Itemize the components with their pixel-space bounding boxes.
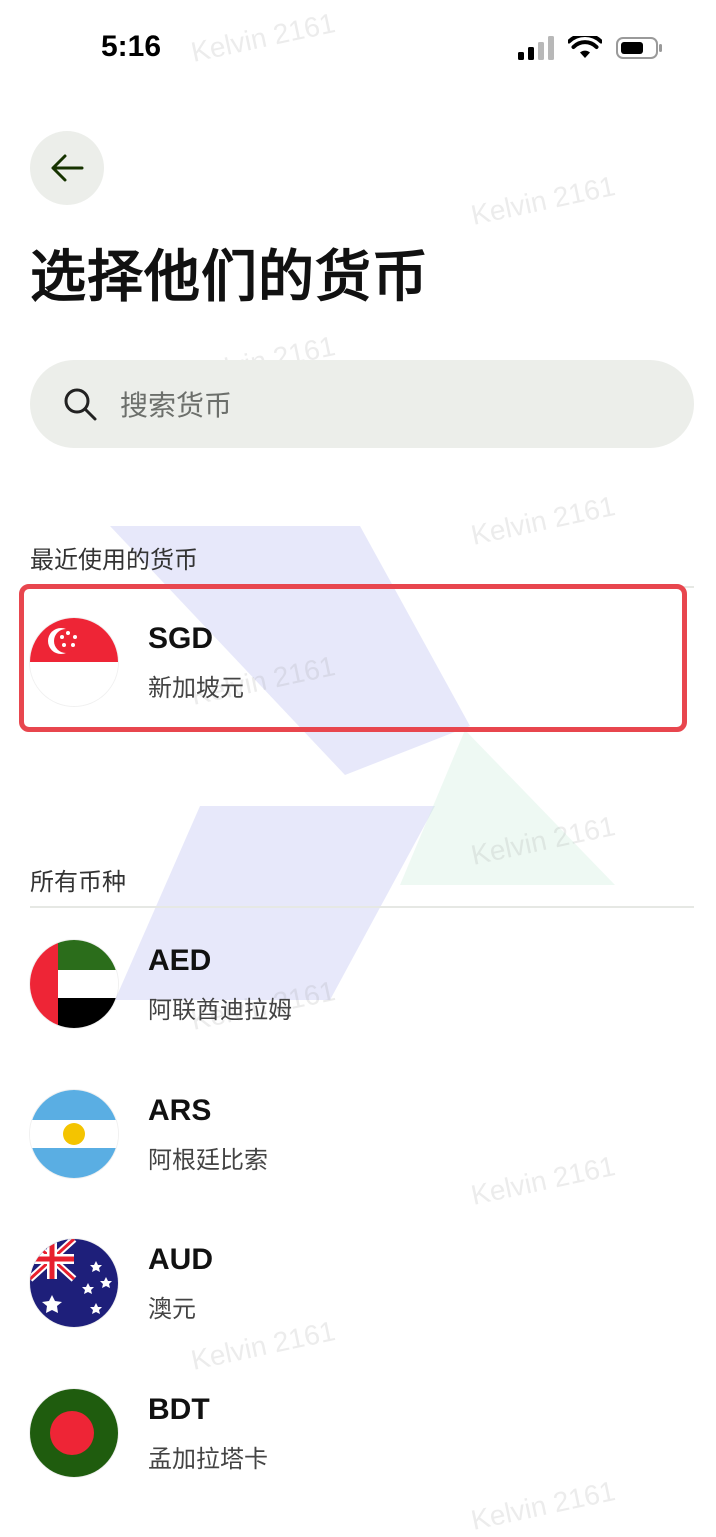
- watermark: Kelvin 2161: [468, 170, 618, 231]
- currency-code: SGD: [148, 622, 214, 655]
- currency-code: AUD: [148, 1243, 213, 1276]
- recent-section-header: 最近使用的货币: [30, 546, 198, 574]
- arrow-left-icon: [51, 154, 84, 182]
- watermark: Kelvin 2161: [468, 810, 618, 871]
- currency-name: 阿联酋迪拉姆: [148, 996, 292, 1024]
- currency-name: 新加坡元: [148, 674, 244, 702]
- australia-flag-icon: [30, 1239, 118, 1327]
- page-title: 选择他们的货币: [30, 245, 429, 310]
- cellular-signal-icon: [518, 36, 554, 60]
- status-bar: 5:16: [0, 0, 716, 100]
- all-section-header: 所有币种: [30, 868, 126, 896]
- currency-code: ARS: [148, 1094, 212, 1127]
- currency-item-aed[interactable]: AED 阿联酋迪拉姆: [0, 940, 716, 1070]
- currency-code: BDT: [148, 1393, 210, 1426]
- currency-code: AED: [148, 944, 212, 977]
- uae-flag-icon: [30, 940, 118, 1028]
- status-time: 5:16: [101, 30, 162, 63]
- search-icon: [64, 388, 97, 421]
- status-icons: [518, 36, 664, 60]
- currency-item-bdt[interactable]: BDT 孟加拉塔卡: [0, 1389, 716, 1519]
- singapore-flag-icon: [30, 618, 118, 706]
- currency-item-aud[interactable]: AUD 澳元: [0, 1239, 716, 1369]
- currency-item-ars[interactable]: ARS 阿根廷比索: [0, 1090, 716, 1220]
- search-input[interactable]: [118, 360, 662, 450]
- search-bar[interactable]: [30, 360, 694, 450]
- battery-icon: [616, 37, 662, 59]
- watermark: Kelvin 2161: [468, 490, 618, 551]
- currency-item-sgd[interactable]: SGD 新加坡元: [0, 618, 716, 748]
- wifi-icon: [568, 36, 602, 58]
- currency-name: 阿根廷比索: [148, 1146, 268, 1174]
- divider: [30, 906, 694, 908]
- back-button[interactable]: [30, 131, 104, 205]
- argentina-flag-icon: [30, 1090, 118, 1178]
- bangladesh-flag-icon: [30, 1389, 118, 1477]
- divider: [30, 586, 694, 588]
- currency-name: 孟加拉塔卡: [148, 1445, 268, 1473]
- currency-name: 澳元: [148, 1295, 196, 1323]
